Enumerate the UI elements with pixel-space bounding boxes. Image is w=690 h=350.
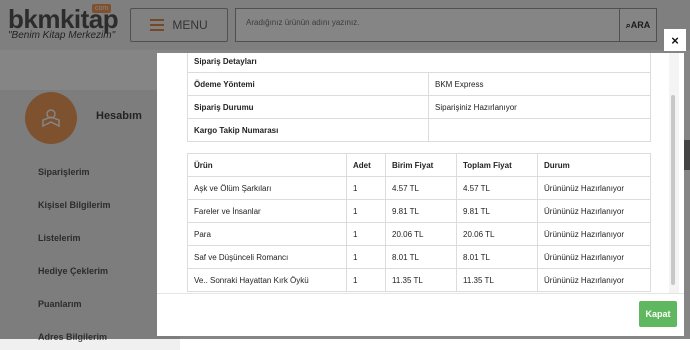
column-header-quantity: Adet	[346, 153, 386, 177]
scrollbar-thumb[interactable]	[671, 95, 675, 285]
cell-status: Ürününüz Hazırlanıyor	[537, 245, 651, 269]
order-detail-modal: Sipariş Detayları Ödeme Yöntemi BKM Expr…	[157, 53, 684, 336]
table-row: Ve.. Sonraki Hayattan Kırk Öykü 1 11.35 …	[187, 268, 651, 292]
table-row: Sipariş Durumu Siparişiniz Hazırlanıyor	[187, 95, 651, 119]
table-row: Saf ve Düşünceli Romancı 1 8.01 TL 8.01 …	[187, 245, 651, 269]
cell-unit-price: 4.57 TL	[385, 176, 457, 200]
cell-product: Aşk ve Ölüm Şarkıları	[187, 176, 347, 200]
cell-unit-price: 9.81 TL	[385, 199, 457, 223]
cell-product: Fareler ve İnsanlar	[187, 199, 347, 223]
detail-value	[428, 118, 651, 142]
table-row: Fareler ve İnsanlar 1 9.81 TL 9.81 TL Ür…	[187, 199, 651, 223]
modal-body: Sipariş Detayları Ödeme Yöntemi BKM Expr…	[157, 53, 684, 293]
cell-quantity: 1	[346, 245, 386, 269]
order-items-table: Ürün Adet Birim Fiyat Toplam Fiyat Durum…	[187, 153, 651, 292]
cell-product: Ve.. Sonraki Hayattan Kırk Öykü	[187, 268, 347, 292]
cell-status: Ürününüz Hazırlanıyor	[537, 176, 651, 200]
cell-quantity: 1	[346, 199, 386, 223]
close-button[interactable]: Kapat	[639, 301, 677, 327]
column-header-unit-price: Birim Fiyat	[385, 153, 457, 177]
table-row: Kargo Takip Numarası	[187, 118, 651, 142]
cell-unit-price: 8.01 TL	[385, 245, 457, 269]
cell-status: Ürününüz Hazırlanıyor	[537, 222, 651, 246]
column-header-total-price: Toplam Fiyat	[456, 153, 538, 177]
modal-footer: Kapat	[157, 293, 684, 336]
cell-status: Ürününüz Hazırlanıyor	[537, 268, 651, 292]
detail-label: Kargo Takip Numarası	[187, 118, 429, 142]
cell-quantity: 1	[346, 222, 386, 246]
table-header-row: Ürün Adet Birim Fiyat Toplam Fiyat Durum	[187, 153, 651, 177]
table-row: Para 1 20.06 TL 20.06 TL Ürününüz Hazırl…	[187, 222, 651, 246]
column-header-product: Ürün	[187, 153, 347, 177]
cell-total-price: 8.01 TL	[456, 245, 538, 269]
cell-quantity: 1	[346, 268, 386, 292]
column-header-status: Durum	[537, 153, 651, 177]
detail-label: Sipariş Durumu	[187, 95, 429, 119]
cell-status: Ürününüz Hazırlanıyor	[537, 199, 651, 223]
cell-product: Para	[187, 222, 347, 246]
detail-value: Siparişiniz Hazırlanıyor	[428, 95, 651, 119]
details-title: Sipariş Detayları	[187, 53, 651, 73]
cell-unit-price: 20.06 TL	[385, 222, 457, 246]
cell-product: Saf ve Düşünceli Romancı	[187, 245, 347, 269]
cell-total-price: 9.81 TL	[456, 199, 538, 223]
order-details-table: Sipariş Detayları Ödeme Yöntemi BKM Expr…	[187, 53, 651, 142]
table-row: Ödeme Yöntemi BKM Express	[187, 72, 651, 96]
cell-quantity: 1	[346, 176, 386, 200]
cell-unit-price: 11.35 TL	[385, 268, 457, 292]
cell-total-price: 4.57 TL	[456, 176, 538, 200]
detail-label: Ödeme Yöntemi	[187, 72, 429, 96]
page-edge-tab	[684, 140, 690, 170]
cell-total-price: 20.06 TL	[456, 222, 538, 246]
table-row: Aşk ve Ölüm Şarkıları 1 4.57 TL 4.57 TL …	[187, 176, 651, 200]
modal-scrollbar[interactable]	[669, 53, 679, 293]
detail-value: BKM Express	[428, 72, 651, 96]
table-row: Sipariş Detayları	[187, 53, 651, 73]
close-icon[interactable]: ×	[664, 29, 686, 51]
cell-total-price: 11.35 TL	[456, 268, 538, 292]
